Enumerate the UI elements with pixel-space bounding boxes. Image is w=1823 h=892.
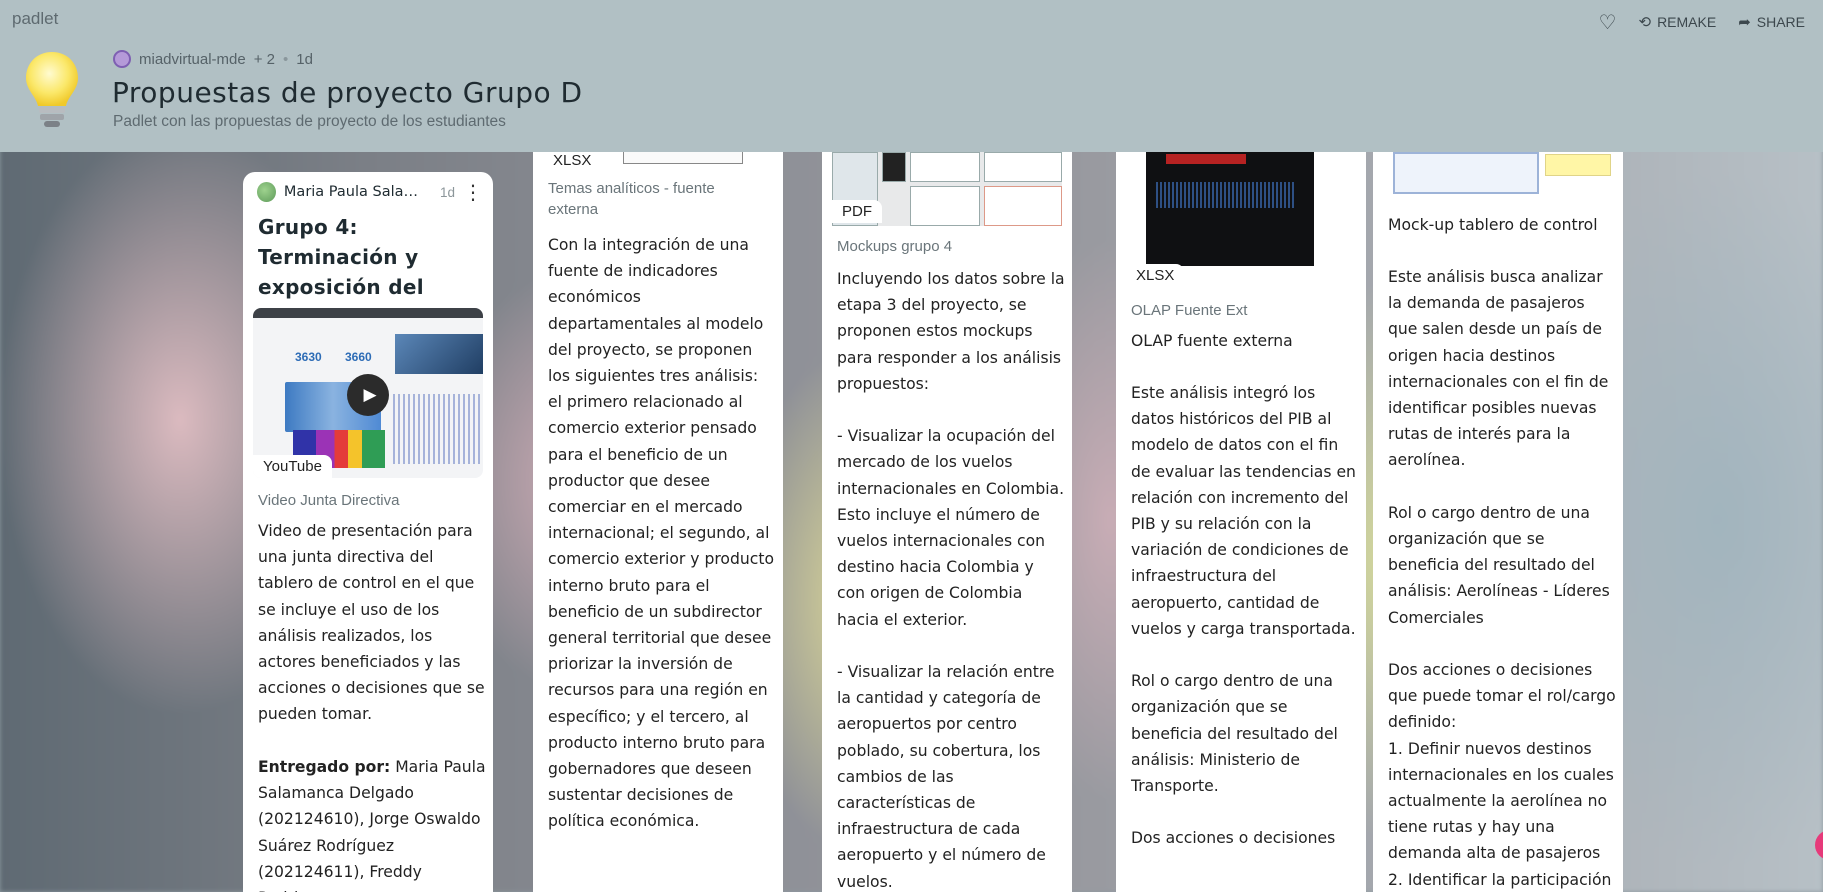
delivered-names: Maria Paula Salamanca Delgado (202124610… — [258, 758, 486, 892]
attachment-title[interactable]: OLAP Fuente Ext — [1131, 300, 1247, 321]
board-age: 1d — [296, 50, 313, 68]
padlet-logo[interactable]: padlet — [12, 9, 58, 29]
remake-icon: ⟲ — [1638, 14, 1652, 31]
post-body: Este análisis integró los datos históric… — [1131, 384, 1356, 848]
post-body: Este análisis busca analizar la demanda … — [1388, 268, 1616, 889]
board-title: Propuestas de proyecto Grupo D — [112, 76, 583, 109]
author-avatar — [257, 182, 276, 202]
attachment-preview[interactable] — [1146, 152, 1314, 266]
post-card[interactable]: XLSX OLAP Fuente Ext OLAP fuente externa… — [1116, 152, 1366, 892]
top-actions: ♡ ⟲ REMAKE ➦ SHARE — [1599, 10, 1805, 34]
remake-label: REMAKE — [1657, 14, 1717, 30]
mockup-piechart — [984, 186, 1062, 226]
more-options-icon[interactable]: ⋮ — [463, 182, 483, 202]
attachment-title[interactable]: Temas analíticos - fuente externa — [548, 178, 768, 220]
share-icon: ➦ — [1738, 14, 1751, 31]
post-delivered-by: Entregado por: Maria Paula Salamanca Del… — [258, 754, 486, 892]
collaborators-count[interactable]: + 2 — [254, 51, 275, 68]
thumbnail-linechart — [393, 394, 481, 464]
attachment-title[interactable]: Video Junta Directiva — [258, 490, 399, 511]
attachment-type-badge: XLSX — [543, 152, 602, 171]
attachment-type-badge: YouTube — [253, 455, 332, 478]
play-icon[interactable]: ▶ — [347, 374, 389, 416]
post-body: Con la integración de una fuente de indi… — [548, 236, 779, 831]
spreadsheet-preview — [623, 152, 743, 164]
board-subtitle: Padlet con las propuestas de proyecto de… — [113, 113, 506, 130]
lightbulb-icon — [26, 52, 78, 127]
post-card[interactable]: PDF Mockups grupo 4 Incluyendo los datos… — [822, 152, 1072, 892]
owner-name[interactable]: miadvirtual-mde — [139, 51, 246, 68]
board-header: padlet ♡ ⟲ REMAKE ➦ SHARE miadvirtual-md… — [0, 0, 1823, 152]
mockup-panel — [910, 152, 980, 182]
thumbnail-stat: 3660 — [345, 350, 372, 364]
remake-button[interactable]: ⟲ REMAKE — [1638, 13, 1716, 31]
mockup-sticky-note — [1545, 154, 1611, 176]
video-thumbnail[interactable]: 3630 3660 ▶ YouTube — [253, 308, 483, 478]
attachment-title[interactable]: Mockups grupo 4 — [837, 236, 952, 257]
heart-icon[interactable]: ♡ — [1599, 10, 1617, 34]
attachment-type-badge: PDF — [832, 200, 882, 223]
mockup-linechart — [910, 186, 980, 226]
thumbnail-photo — [395, 334, 483, 374]
dashboard-header — [1166, 154, 1246, 164]
post-body: Video de presentación para una junta dir… — [258, 522, 490, 724]
thumbnail-toolbar — [253, 308, 483, 318]
post-card[interactable]: Mock-up tablero de control Este análisis… — [1373, 152, 1623, 892]
thumbnail-stat: 3630 — [295, 350, 322, 364]
dashboard-chart — [1156, 182, 1296, 208]
post-age: 1d — [439, 184, 455, 200]
post-body: Incluyendo los datos sobre la etapa 3 de… — [837, 270, 1065, 891]
owner-avatar[interactable] — [113, 50, 131, 68]
post-author-row: Maria Paula Salama... 1d ⋮ — [257, 182, 483, 202]
post-card[interactable]: XLSX Temas analíticos - fuente externa C… — [533, 152, 783, 892]
board-meta: miadvirtual-mde + 2 • 1d — [113, 50, 313, 68]
mockup-panel — [984, 152, 1062, 182]
mockup-panel — [882, 152, 906, 182]
attachment-preview[interactable] — [1383, 152, 1613, 196]
author-name: Maria Paula Salama... — [283, 184, 432, 200]
post-card[interactable]: Maria Paula Salama... 1d ⋮ Grupo 4: Term… — [243, 172, 493, 892]
delivered-label: Entregado por: — [258, 758, 391, 776]
share-button[interactable]: ➦ SHARE — [1738, 13, 1805, 31]
meta-separator: • — [282, 50, 289, 68]
post-subject: OLAP fuente externa — [1131, 332, 1293, 350]
mockup-screenshot — [1393, 152, 1539, 194]
share-label: SHARE — [1756, 14, 1805, 30]
attachment-type-badge: XLSX — [1126, 264, 1185, 287]
post-subject: Mock-up tablero de control — [1388, 216, 1598, 234]
